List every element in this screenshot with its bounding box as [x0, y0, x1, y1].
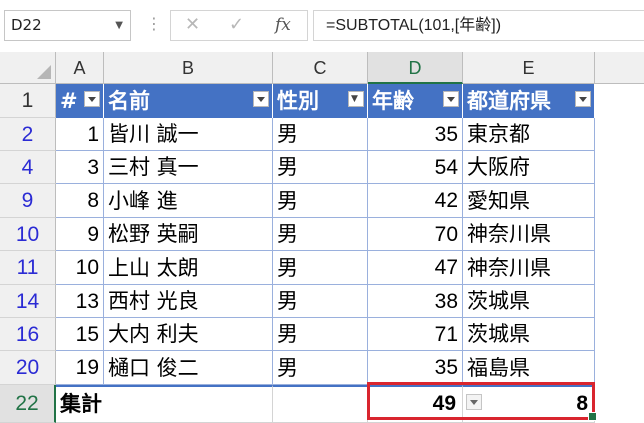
- cell-gender[interactable]: 男: [273, 218, 368, 251]
- column-header-c[interactable]: C: [273, 52, 368, 84]
- cell-age[interactable]: 42: [368, 184, 463, 218]
- cell-age[interactable]: 47: [368, 251, 463, 285]
- cell-prefecture[interactable]: 愛知県: [463, 184, 595, 218]
- cancel-icon[interactable]: ✕: [185, 14, 200, 35]
- filter-active-button[interactable]: ▼: [348, 91, 364, 107]
- filter-dropdown-button[interactable]: [443, 91, 459, 107]
- formula-input[interactable]: =SUBTOTAL(101,[年齢]): [313, 10, 644, 41]
- filter-dropdown-button[interactable]: [84, 91, 100, 107]
- header-cell-gender[interactable]: 性別 ▼: [273, 84, 368, 118]
- cell-number[interactable]: 15: [56, 318, 104, 351]
- cell-name[interactable]: 大内 利夫: [104, 318, 273, 351]
- column-header-d[interactable]: D: [368, 52, 463, 84]
- cell-gender[interactable]: 男: [273, 285, 368, 318]
- header-cell-number[interactable]: #: [56, 84, 104, 118]
- row-header-1[interactable]: 1: [0, 84, 56, 118]
- row-header-20[interactable]: 20: [0, 351, 56, 385]
- header-label: #: [60, 89, 78, 113]
- drag-handle-icon[interactable]: ⋮: [146, 14, 162, 34]
- header-label: 名前: [108, 89, 150, 113]
- header-cell-name[interactable]: 名前: [104, 84, 273, 118]
- name-box-value: D22: [11, 16, 42, 34]
- cell-prefecture[interactable]: 大阪府: [463, 151, 595, 184]
- cell-prefecture[interactable]: 神奈川県: [463, 218, 595, 251]
- cell-gender[interactable]: 男: [273, 318, 368, 351]
- cell-gender[interactable]: 男: [273, 151, 368, 184]
- row-header-22[interactable]: 22: [0, 385, 56, 423]
- cell-number[interactable]: 13: [56, 285, 104, 318]
- insert-function-icon[interactable]: fx: [275, 15, 291, 35]
- column-header-e[interactable]: E: [463, 52, 595, 84]
- column-header-f[interactable]: [595, 52, 644, 84]
- dropdown-arrow-icon: [447, 97, 455, 102]
- cell-name[interactable]: 小峰 進: [104, 184, 273, 218]
- select-all-button[interactable]: [0, 52, 56, 84]
- cell-number[interactable]: 10: [56, 251, 104, 285]
- enter-icon[interactable]: ✓: [229, 14, 244, 35]
- row-header-4[interactable]: 4: [0, 151, 56, 184]
- header-label: 年齢: [372, 89, 414, 113]
- cell-name[interactable]: 上山 太朗: [104, 251, 273, 285]
- name-box[interactable]: D22 ▼: [4, 10, 131, 41]
- cell-number[interactable]: 19: [56, 351, 104, 385]
- formula-bar: D22 ▼ ⋮ ✕ ✓ fx =SUBTOTAL(101,[年齢]): [0, 0, 644, 52]
- filter-dropdown-button[interactable]: [253, 91, 269, 107]
- cell-prefecture[interactable]: 福島県: [463, 351, 595, 385]
- cell-name[interactable]: 松野 英嗣: [104, 218, 273, 251]
- select-all-icon: [37, 65, 51, 79]
- row-header-14[interactable]: 14: [0, 285, 56, 318]
- cell-age[interactable]: 35: [368, 118, 463, 151]
- filter-dropdown-button[interactable]: [575, 91, 591, 107]
- funnel-filter-icon: ▼: [351, 94, 358, 104]
- column-header-a[interactable]: A: [56, 52, 104, 84]
- row-header-2[interactable]: 2: [0, 118, 56, 151]
- cell-age[interactable]: 54: [368, 151, 463, 184]
- column-header-b[interactable]: B: [104, 52, 273, 84]
- total-gender-cell[interactable]: [273, 385, 368, 423]
- row-header-16[interactable]: 16: [0, 318, 56, 351]
- row-header-11[interactable]: 11: [0, 251, 56, 285]
- dropdown-arrow-icon: [88, 97, 96, 102]
- formula-buttons: ✕ ✓ fx: [170, 10, 308, 41]
- header-label: 都道府県: [467, 89, 551, 113]
- header-cell-prefecture[interactable]: 都道府県: [463, 84, 595, 118]
- cell-gender[interactable]: 男: [273, 118, 368, 151]
- cell-age[interactable]: 71: [368, 318, 463, 351]
- cell-prefecture[interactable]: 神奈川県: [463, 251, 595, 285]
- row-header-10[interactable]: 10: [0, 218, 56, 251]
- fill-handle[interactable]: [588, 412, 597, 421]
- cell-gender[interactable]: 男: [273, 184, 368, 218]
- row-header-9[interactable]: 9: [0, 184, 56, 218]
- header-cell-age[interactable]: 年齢: [368, 84, 463, 118]
- dropdown-arrow-icon: [470, 400, 478, 405]
- cell-number[interactable]: 3: [56, 151, 104, 184]
- chevron-down-icon[interactable]: ▼: [115, 11, 123, 40]
- cell-prefecture[interactable]: 東京都: [463, 118, 595, 151]
- cell-name[interactable]: 三村 真一: [104, 151, 273, 184]
- cell-number[interactable]: 8: [56, 184, 104, 218]
- cell-gender[interactable]: 男: [273, 251, 368, 285]
- cell-prefecture[interactable]: 茨城県: [463, 318, 595, 351]
- cell-number[interactable]: 9: [56, 218, 104, 251]
- cell-age[interactable]: 35: [368, 351, 463, 385]
- cell-name[interactable]: 西村 光良: [104, 285, 273, 318]
- total-label[interactable]: 集計: [56, 385, 273, 423]
- dropdown-arrow-icon: [579, 97, 587, 102]
- cell-age[interactable]: 70: [368, 218, 463, 251]
- total-function-dropdown[interactable]: [466, 394, 482, 410]
- cell-name[interactable]: 皆川 誠一: [104, 118, 273, 151]
- dropdown-arrow-icon: [257, 97, 265, 102]
- cell-name[interactable]: 樋口 俊二: [104, 351, 273, 385]
- cell-prefecture[interactable]: 茨城県: [463, 285, 595, 318]
- cell-number[interactable]: 1: [56, 118, 104, 151]
- cell-age[interactable]: 38: [368, 285, 463, 318]
- header-label: 性別: [277, 89, 319, 113]
- cell-gender[interactable]: 男: [273, 351, 368, 385]
